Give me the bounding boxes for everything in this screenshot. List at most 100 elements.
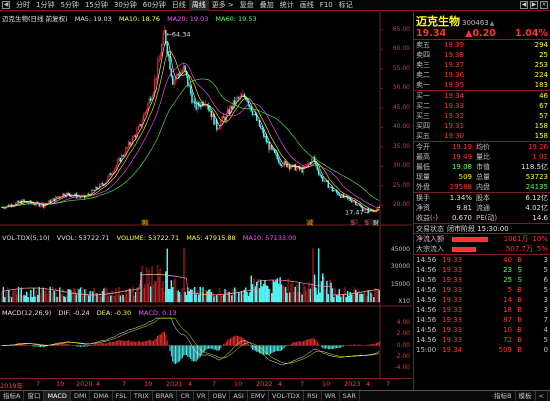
right-tab-2[interactable]: < [536,391,548,401]
dropdown-icon[interactable]: ▲ [490,20,495,27]
mavol2-label: MA10: 57133.00 [242,234,297,242]
tick-row[interactable]: 14:56 19.33 14 B 3 [414,295,550,305]
asks-price: 19.39 [444,41,465,49]
tick-row[interactable]: 14:56 19.33 5 B 5 [414,285,550,295]
timeframe-6[interactable]: 日线 [169,0,189,11]
volume-bar [191,289,193,303]
timeframe-2[interactable]: 5分钟 [57,0,81,11]
close-icon[interactable]: × [540,1,548,9]
indicator-tab-12[interactable]: EMV [248,391,269,401]
timeframe-1[interactable]: 1分钟 [33,0,57,11]
volume-bar [355,289,357,303]
stat-row: 今开 19.19 均价 19.26 [414,142,550,152]
flow-value: 1061万 [503,235,529,243]
timeframe-14[interactable]: 标记 [336,0,356,11]
indicator-tab-8[interactable]: CR [177,391,194,401]
volume-bar [210,292,212,303]
indicator-tab-0[interactable]: 指标A [0,391,25,401]
timeframe-7[interactable]: 周线 [188,0,209,11]
indicator-tab-9[interactable]: VR [194,391,210,401]
bids-label: 买二 [416,102,430,110]
volume-bar [130,291,133,303]
candle-body [122,155,124,157]
trade-status-label: 交易状态 [416,225,444,233]
volume-bar [104,287,106,303]
tick-price: 19.33 [442,296,463,304]
volume-bar [345,297,347,303]
indicator-tab-7[interactable]: BRAR [153,391,178,401]
next-icon[interactable]: ▶ [530,1,538,9]
tick-row[interactable]: 14:56 19.33 87 B 7 [414,315,550,325]
volume-bar [83,289,86,303]
volume-bar [68,289,71,303]
indicator-tab-15[interactable]: WR [322,391,340,401]
volume-bar [167,289,170,303]
chart-area[interactable]: ←64.34 17.47→ 融减 S S S 财 迈克生物(日线 前复权) MA5: 19.… [0,12,412,390]
tick-row[interactable]: 15:00 19.34 509 B 0 [414,345,550,355]
stat-label: 市值 [476,163,490,171]
timeframe-0[interactable]: 分时 [13,0,33,11]
dea-label: DEA: -0.30 [96,309,132,317]
candle-body [333,190,335,192]
volume-unit-label: X10 [398,298,410,305]
indicator-tab-13[interactable]: VOL-TDX [269,391,305,401]
volume-bar [254,286,257,303]
timeframe-8[interactable]: 更多 > [209,0,237,11]
tick-row[interactable]: 14:56 19.33 25 S 6 [414,275,550,285]
volume-bar [268,288,270,303]
indicator-tab-11[interactable]: ASI [230,391,248,401]
volume-bar [346,291,349,303]
candle-body [240,95,243,97]
x-axis-label: 2019年 [0,382,24,390]
tick-row[interactable]: 14:56 19.33 10 B 4 [414,325,550,335]
timeframe-3[interactable]: 15分钟 [82,0,111,11]
stat-label: 净资 [416,204,430,212]
back-icon[interactable]: ◀ [2,1,10,9]
indicator-tab-2[interactable]: MACD [44,391,71,401]
kline-chart-svg[interactable]: ←64.3417.47→融减 S S S财 [0,12,412,378]
tick-row[interactable]: 14:56 19.33 72 B 5 [414,335,550,345]
stat-value: 0.670 [451,214,472,222]
candle-body [356,204,358,206]
right-tab-0[interactable]: 指标B [491,391,516,401]
volume-legend: VOL-TDX(5,10) VVOL: 53722.71 VOLUME: 537… [2,234,301,242]
timeframe-11[interactable]: 统计 [277,0,297,11]
timeframe-13[interactable]: F10 [317,0,336,11]
indicator-tab-14[interactable]: RSI [304,391,322,401]
stat-row: 收益(-) 0.670 PE(动) 14.6 [414,213,550,223]
tick-row[interactable]: 14:56 19.33 40 B 3 [414,255,550,265]
right-tab-1[interactable]: 模板 [516,391,536,401]
volume-bar [375,289,378,303]
flow-bar [452,246,476,252]
timeframe-4[interactable]: 30分钟 [111,0,140,11]
indicator-tab-3[interactable]: DMI [71,391,91,401]
indicator-tab-16[interactable]: SAR [340,391,360,401]
timeframe-12[interactable]: 画线 [297,0,317,11]
indicator-tab-1[interactable]: 窗口 [24,391,45,401]
timeframe-10[interactable]: 叠加 [257,0,277,11]
indicator-tab-4[interactable]: DMA [90,391,113,401]
timeframe-9[interactable]: 复盘 [237,0,257,11]
indicator-tab-6[interactable]: TRIX [131,391,153,401]
asks-label: 卖一 [416,81,430,89]
candle-body [275,152,277,155]
tick-list[interactable]: 14:56 19.33 40 B 3 14:56 19.33 23 S 5 14:56 19.33 25… [414,255,550,355]
candle-body [289,165,291,169]
candle-body [8,204,10,207]
tick-row[interactable]: 14:56 19.33 23 S 5 [414,265,550,275]
candle-body [339,195,342,198]
tick-row[interactable]: 14:56 19.33 18 B 3 [414,305,550,315]
stat-label: 最低 [416,163,430,171]
indicator-tab-10[interactable]: OBV [209,391,231,401]
volume-bar [178,292,181,303]
volume-bar [50,292,53,303]
prev-icon[interactable]: ◀ [520,1,528,9]
timeframe-list: 分时 1分钟 5分钟 15分钟 30分钟 60分钟 日线 周线 更多 > 复盘 叠加 统计 画线 F10 标… [13,0,356,11]
bids-volume: 57 [539,112,548,120]
bids-row: 买四 19.31 158 [414,121,550,131]
volume-bar [38,286,40,303]
timeframe-5[interactable]: 60分钟 [140,0,169,11]
volume-bar [143,288,145,303]
volume-bar [144,284,146,303]
indicator-tab-5[interactable]: FSL [113,391,131,401]
